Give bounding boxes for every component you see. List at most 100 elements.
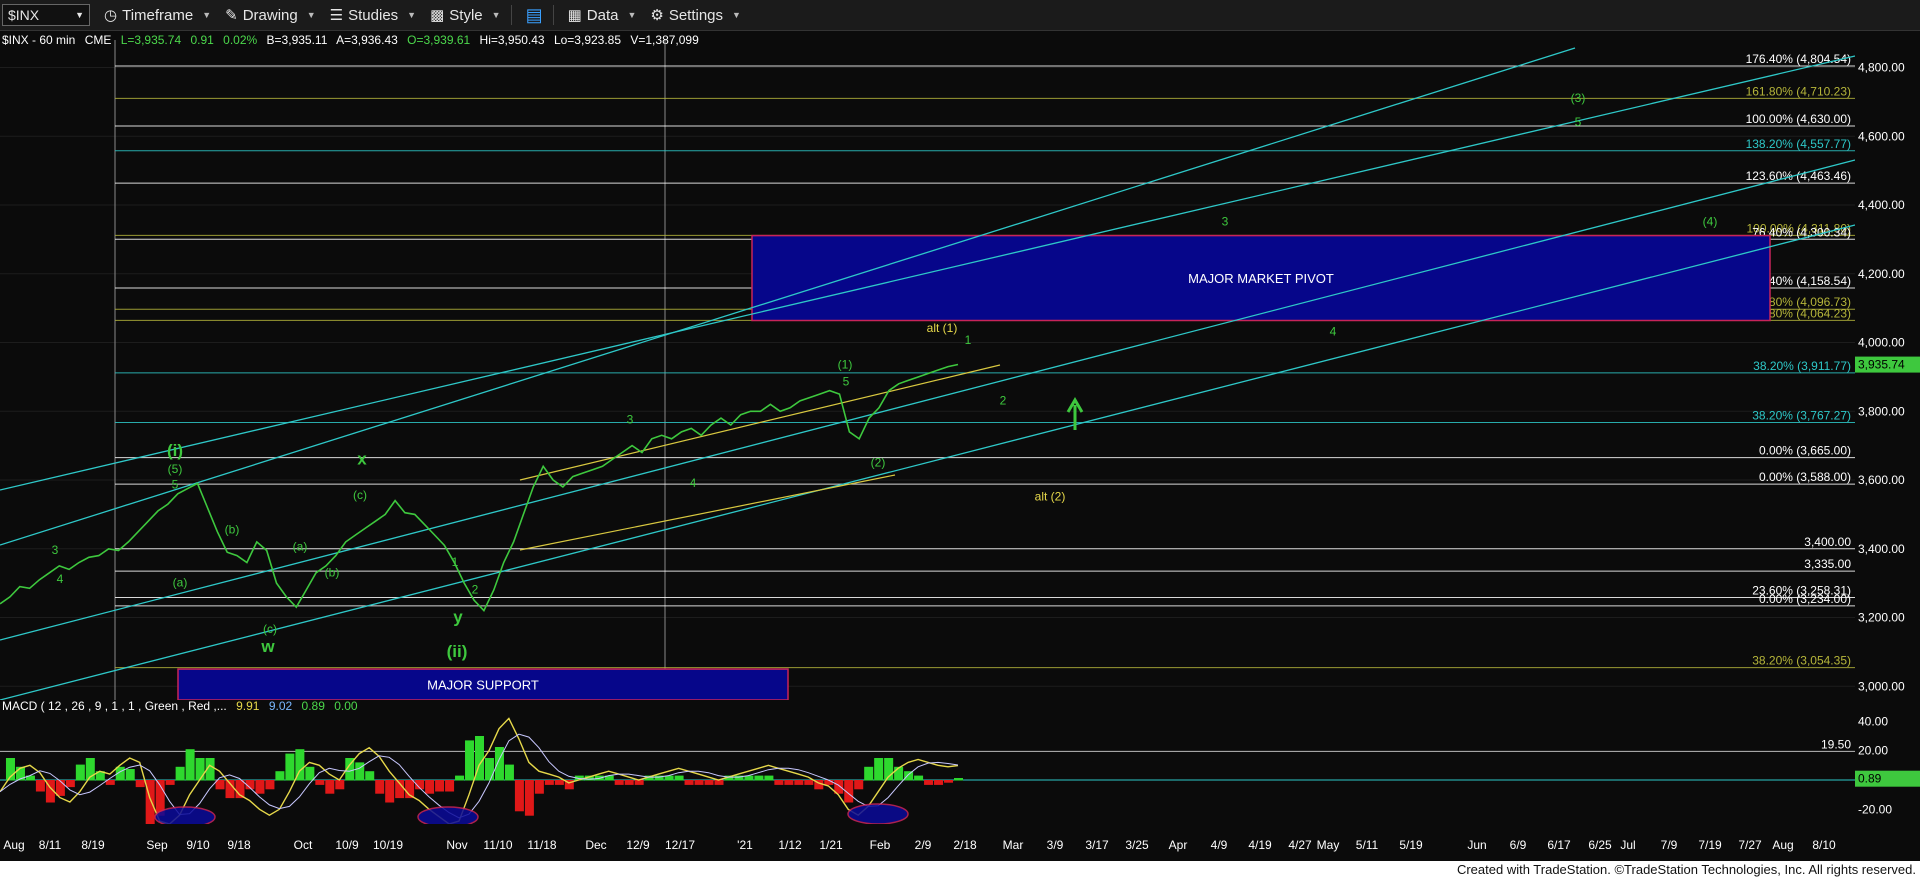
macd-hist-bar [335,780,345,790]
time-tick-label: Jun [1467,838,1486,852]
grid-lines [0,40,1855,700]
style-menu[interactable]: ▩ Style ▼ [430,6,501,25]
time-tick-label: Sep [146,838,168,852]
price-chart[interactable]: 176.40% (4,804.54) 161.80% (4,710.23) 100.… [0,40,1920,700]
macd-hist-bar [544,780,554,785]
wave-label: (1) [838,357,853,371]
macd-hist-bar [35,780,45,792]
wedge-line-lower [519,474,896,551]
macd-hist-bar [754,775,764,781]
wave-label: 3 [52,543,59,557]
macd-hist-bar [135,780,145,788]
style-label: Style [449,6,483,24]
macd-hist-bar [195,758,205,781]
fib-level-label: 0.00% (3,588.00) [1759,470,1851,484]
chevron-down-icon: ▼ [627,10,637,20]
gear-icon: ⚙ [650,7,664,24]
macd-hist-bar [375,780,385,794]
symbol-text: $INX [8,7,40,23]
channel-line [0,159,1856,641]
time-tick-label: 10/9 [335,838,359,852]
macd-hist-bar [125,769,135,781]
price-tick-label: 3,400.00 [1858,542,1905,556]
time-tick-label: Nov [446,838,467,852]
wave-label: 1 [452,555,459,569]
macd-hist-bar [934,780,944,785]
fib-level-label: 176.40% (4,804.54) [1746,52,1851,66]
studies-menu[interactable]: ☰ Studies ▼ [330,6,416,25]
last-price-label: 3,935.74 [1858,358,1905,372]
fib-lines: 176.40% (4,804.54) 161.80% (4,710.23) 100.… [115,52,1855,669]
macd-hist-bar [165,780,175,785]
time-tick-label: 3/17 [1085,838,1109,852]
fib-level-label: 0.00% (3,665.00) [1759,444,1851,458]
macd-hist-bar [714,780,724,785]
macd-hist-bar [894,766,904,781]
macd-hist-bar [255,780,265,794]
wave-label: (i) [167,441,183,460]
macd-hist-bar [614,780,624,785]
fib-level-label: 38.20% (3,054.35) [1752,654,1851,668]
macd-tick-label: -20.00 [1858,802,1892,816]
time-tick-label: Aug [3,838,24,852]
macd-hist-bar [385,780,395,803]
time-tick-label: 12/9 [626,838,650,852]
wave-label: (a) [293,539,308,553]
fib-level-label: 123.60% (4,463.46) [1746,169,1851,183]
price-tick-label: 4,400.00 [1858,198,1905,212]
wave-label: y [453,608,463,627]
wave-label: (a) [173,576,188,590]
macd-hist-bar [954,778,963,781]
data-menu[interactable]: ▦ Data ▼ [568,6,637,25]
price-tick-label: 3,800.00 [1858,404,1905,418]
settings-label: Settings [668,6,724,24]
time-tick-label: 5/11 [1356,838,1379,852]
wave-label: (ii) [447,642,468,661]
layout-button[interactable]: ▤ [526,5,543,26]
time-tick-label: 4/9 [1211,838,1228,852]
time-tick-label: 6/17 [1547,838,1571,852]
fib-level-label: 161.80% (4,710.23) [1746,84,1851,98]
chevron-down-icon: ▼ [491,10,501,20]
chevron-down-icon: ▼ [306,10,316,20]
time-tick-label: 4/27 [1288,838,1312,852]
macd-hist-bar [425,780,435,794]
macd-hist-bar [944,780,954,783]
chevron-down-icon: ▼ [202,10,212,20]
wave-label: (b) [225,522,240,536]
drawing-menu[interactable]: ✎ Drawing ▼ [225,6,316,25]
wave-label: 4 [1330,325,1337,339]
macd-hist-bar [465,740,475,781]
time-tick-label: 4/19 [1248,838,1272,852]
macd-chart[interactable]: 40.00 20.00 -20.00 19.50 0.89 [0,714,1920,824]
wave-label: (2) [871,455,886,469]
time-tick-label: 3/9 [1047,838,1064,852]
macd-hist-bar [804,780,814,785]
macd-hist-bar [265,780,275,790]
wave-label: 4 [57,572,64,586]
macd-level-label: 19.50 [1821,737,1851,751]
footer-copyright: Created with TradeStation. ©TradeStation… [0,861,1920,879]
macd-value-3: 0.89 [301,699,325,713]
timeframe-menu[interactable]: ◷ Timeframe ▼ [104,6,212,25]
time-tick-label: 12/17 [665,838,695,852]
fib-level-label: 138.20% (4,557.77) [1746,137,1851,151]
macd-hist-bar [315,780,325,785]
macd-hist-bar [185,749,195,781]
zones: MAJOR MARKET PIVOT MAJOR SUPPORT [177,234,1771,700]
wave-label: 5 [1575,115,1582,129]
symbol-selector[interactable]: $INX ▼ [2,4,90,26]
price-tick-label: 3,200.00 [1858,611,1905,625]
time-tick-label: 1/21 [819,838,843,852]
price-axis: 4,800.00 4,600.00 4,400.00 4,200.00 4,000.00… [1855,40,1920,700]
time-tick-label: Apr [1169,838,1188,852]
time-tick-label: 10/19 [373,838,403,852]
time-axis[interactable]: Aug 8/11 8/19 Sep 9/10 9/18 Oct 10/9 10/19 Nov 11/… [0,830,1920,858]
macd-hist-bar [774,780,784,785]
time-tick-label: 6/25 [1588,838,1612,852]
price-tick-label: 4,800.00 [1858,61,1905,75]
time-tick-label: 7/9 [1661,838,1678,852]
wave-label: w [260,637,275,656]
settings-menu[interactable]: ⚙ Settings ▼ [650,6,741,25]
macd-hist-bar [175,766,185,781]
